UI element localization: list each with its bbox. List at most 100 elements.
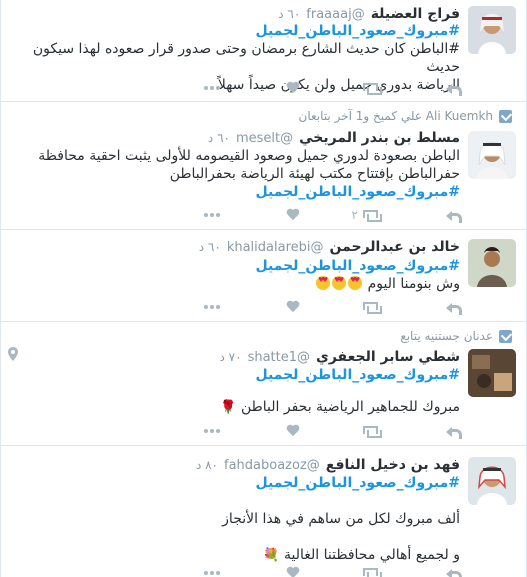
retweet-button[interactable] — [362, 423, 382, 439]
tweet-3[interactable]: خالد بن عبدالرحمن @khalidalarebi ٦٠ د #م… — [1, 231, 526, 322]
heart-icon — [286, 425, 300, 437]
tweet-text-line: الباطن بصعودة لدوري جميل وصعود القيصومه … — [38, 148, 460, 164]
tweet-text: #مبروك_صعود_الباطن_لجميل مبروك للجماهير … — [15, 366, 460, 417]
user-handle[interactable]: @fahdaboazoz — [224, 458, 320, 473]
like-button[interactable] — [286, 299, 300, 315]
tweet-actions: ٢ — [1, 207, 462, 223]
tweet-header: شطي سابر الجعفري @shatte1 ٧٠ د — [220, 349, 461, 365]
avatar[interactable] — [468, 349, 516, 397]
tweet-5[interactable]: فهد بن دخيل النافع @fahdaboazoz ٨٠ د #مب… — [1, 447, 526, 577]
tweet-text: #مبروك_صعود_الباطن_لجميل ألف مبروك لكل م… — [15, 474, 460, 565]
hashtag-link[interactable]: #مبروك_صعود_الباطن_لجميل — [15, 183, 460, 201]
hashtag-link[interactable]: #مبروك_صعود_الباطن_لجميل — [15, 474, 460, 492]
retweeted-by-text[interactable]: عدنان جستنيه يتابع — [400, 329, 493, 343]
retweet-icon — [362, 301, 382, 314]
avatar[interactable] — [468, 6, 516, 54]
like-button[interactable] — [286, 423, 300, 439]
hashtag-link[interactable]: #مبروك_صعود_الباطن_لجميل — [15, 257, 460, 275]
tweet-actions — [1, 565, 462, 577]
tweet-time[interactable]: ٨٠ د — [196, 458, 218, 472]
tweet-4[interactable]: عدنان جستنيه يتابع شطي سابر الجعفري @sha… — [1, 323, 526, 446]
tweet-2[interactable]: Ali Kuemkh علي كميخ و1 آخر بتابعان مسلط … — [1, 103, 526, 230]
tweet-time[interactable]: ٦٠ د — [199, 240, 221, 254]
reply-icon — [444, 425, 462, 439]
heart-eyes-emoji-icon — [348, 276, 363, 290]
retweet-icon — [362, 209, 382, 222]
retweet-icon — [362, 567, 382, 577]
avatar[interactable] — [468, 239, 516, 287]
user-name[interactable]: خالد بن عبدالرحمن — [330, 239, 461, 255]
user-handle[interactable]: @meselt — [236, 131, 293, 146]
more-icon — [204, 571, 220, 575]
user-name[interactable]: شطي سابر الجعفري — [316, 349, 460, 365]
retweeted-icon — [499, 109, 512, 123]
tweet-header: خالد بن عبدالرحمن @khalidalarebi ٦٠ د — [199, 239, 460, 255]
reply-icon — [444, 209, 462, 223]
retweet-button[interactable] — [362, 299, 382, 315]
tweet-text-line: ألف مبروك لكل من ساهم في هذا الأنجاز — [222, 511, 460, 527]
reply-button[interactable] — [444, 299, 462, 315]
tweet-text-body: مبروك للجماهير الرياضية بحفر الباطن — [240, 399, 460, 415]
reply-icon — [444, 301, 462, 315]
reply-button[interactable] — [444, 207, 462, 223]
tweet-text-body: وش بنومنا اليوم — [367, 276, 460, 292]
like-button[interactable] — [286, 80, 300, 96]
user-handle[interactable]: @khalidalarebi — [227, 240, 324, 255]
avatar[interactable] — [468, 131, 516, 179]
heart-icon — [286, 567, 300, 577]
location-pin-icon[interactable] — [8, 347, 18, 361]
more-icon — [204, 86, 220, 90]
heart-icon — [286, 301, 300, 313]
user-handle[interactable]: @fraaaaj — [306, 7, 364, 22]
heart-eyes-emoji-icon — [332, 276, 347, 290]
more-button[interactable] — [204, 423, 220, 439]
retweeted-icon — [499, 329, 512, 343]
retweeted-by-line: عدنان جستنيه يتابع — [400, 329, 512, 343]
hashtag-link[interactable]: #مبروك_صعود_الباطن_لجميل — [15, 366, 460, 384]
tweet-time[interactable]: ٧٠ د — [220, 350, 242, 364]
retweeted-by-text[interactable]: Ali Kuemkh علي كميخ و1 آخر بتابعان — [299, 109, 493, 123]
tweet-time[interactable]: ٦٠ د — [278, 7, 300, 21]
retweet-count: ٢ — [351, 208, 358, 222]
retweet-button[interactable]: ٢ — [351, 207, 382, 223]
user-name[interactable]: فراج العضيلة — [371, 6, 460, 22]
tweet-text-body: و لجميع أهالي محافظتنا الغالية — [284, 547, 460, 563]
tweet-header: فراج العضيلة @fraaaaj ٦٠ د — [278, 6, 460, 22]
tweet-1[interactable]: فراج العضيلة @fraaaaj ٦٠ د #مبروك_صعود_ا… — [1, 0, 526, 102]
heart-eyes-emoji-icon — [316, 276, 331, 290]
reply-icon — [444, 82, 462, 96]
tweet-text-line: حفرالباطن بإفتتاح مكتب لهيئة الرياضة بحف… — [169, 166, 460, 182]
reply-button[interactable] — [444, 565, 462, 577]
tweet-time[interactable]: ٦٠ د — [208, 131, 230, 145]
rose-emoji-icon: 🌹 — [220, 400, 237, 415]
more-button[interactable] — [204, 80, 220, 96]
reply-button[interactable] — [444, 80, 462, 96]
tweet-text-line: مبروك للجماهير الرياضية بحفر الباطن 🌹 — [15, 398, 460, 417]
user-name[interactable]: مسلط بن بندر المريخي — [299, 130, 460, 146]
retweet-button[interactable] — [362, 565, 382, 577]
retweeted-by-line: Ali Kuemkh علي كميخ و1 آخر بتابعان — [299, 109, 512, 123]
more-icon — [204, 213, 220, 217]
tweet-text: #مبروك_صعود_الباطن_لجميل وش بنومنا اليوم — [15, 257, 460, 293]
tweet-text: الباطن بصعودة لدوري جميل وصعود القيصومه … — [15, 147, 460, 201]
like-button[interactable] — [286, 565, 300, 577]
like-button[interactable] — [286, 207, 300, 223]
reply-button[interactable] — [444, 423, 462, 439]
more-icon — [204, 305, 220, 309]
reply-icon — [444, 567, 462, 577]
retweet-icon — [362, 82, 382, 95]
user-name[interactable]: فهد بن دخيل النافع — [326, 457, 460, 473]
retweet-button[interactable] — [362, 80, 382, 96]
user-handle[interactable]: @shatte1 — [248, 350, 310, 365]
hashtag-link[interactable]: #مبروك_صعود_الباطن_لجميل — [15, 22, 460, 40]
more-button[interactable] — [204, 565, 220, 577]
more-button[interactable] — [204, 207, 220, 223]
avatar[interactable] — [468, 457, 516, 505]
heart-icon — [286, 209, 300, 221]
tweet-text-line: #الباطن كان حديث الشارع برمضان وحتى صدور… — [32, 41, 460, 75]
tweet-timeline: فراج العضيلة @fraaaaj ٦٠ د #مبروك_صعود_ا… — [0, 0, 527, 577]
bouquet-emoji-icon: 💐 — [263, 548, 280, 563]
more-icon — [204, 429, 220, 433]
more-button[interactable] — [204, 299, 220, 315]
tweet-actions — [1, 423, 462, 439]
